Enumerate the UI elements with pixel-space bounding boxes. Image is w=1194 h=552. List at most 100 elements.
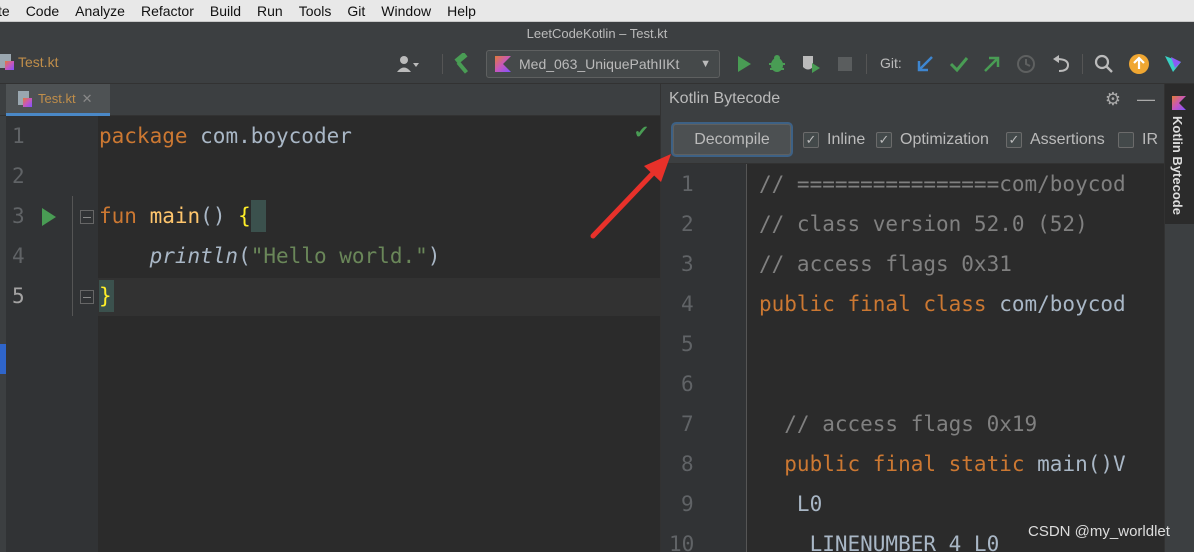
line-number: 8 — [681, 452, 694, 476]
code-line-1: package com.boycoder — [99, 124, 352, 148]
git-label: Git: — [880, 55, 902, 71]
window-title-bar: LeetCodeKotlin – Test.kt — [0, 22, 1194, 44]
line-number: 9 — [681, 492, 694, 516]
bytecode-line: public final class com/boycod — [759, 292, 1126, 316]
keyword: public final static — [759, 452, 1025, 476]
checkbox-check-icon: ✓ — [876, 132, 892, 148]
line-number: 5 — [12, 284, 25, 308]
bytecode-line: // class version 52.0 (52) — [759, 212, 1088, 236]
bytecode-line: // access flags 0x31 — [759, 252, 1012, 276]
class-name: com/boycod — [986, 292, 1126, 316]
menu-file[interactable]: te — [0, 3, 18, 19]
line-number: 1 — [681, 172, 694, 196]
run-configuration-select[interactable]: Med_063_UniquePathIIKt ▼ — [486, 50, 720, 78]
open-brace: { — [238, 204, 251, 228]
git-push-arrow-icon[interactable] — [980, 52, 1004, 76]
menu-analyze[interactable]: Analyze — [67, 3, 133, 19]
git-update-arrow-icon[interactable] — [913, 52, 937, 76]
checkbox-label: Assertions — [1030, 131, 1105, 148]
paren-close: ) — [427, 244, 441, 268]
brace-match-highlight — [251, 200, 266, 232]
close-icon[interactable]: ✕ — [82, 91, 93, 107]
line-number: 2 — [681, 212, 694, 236]
optimization-checkbox[interactable]: ✓ Optimization — [876, 131, 989, 149]
gutter-divider — [72, 196, 73, 316]
breadcrumb-file-label: Test.kt — [18, 54, 59, 70]
kotlin-file-icon — [18, 90, 32, 107]
kotlin-file-icon — [0, 54, 14, 70]
main-toolbar: Test.kt Med_063_UniquePathIIKt ▼ Git: — [0, 44, 1194, 84]
bytecode-line: // access flags 0x19 — [759, 412, 1038, 436]
search-icon[interactable] — [1092, 52, 1116, 76]
ir-checkbox[interactable]: IR — [1118, 131, 1158, 149]
run-with-coverage-icon[interactable] — [799, 52, 823, 76]
line-number: 2 — [12, 164, 25, 188]
checkbox-unchecked — [1118, 132, 1134, 148]
checkbox-label: Inline — [827, 131, 866, 148]
bytecode-viewer[interactable]: 1 2 3 4 5 6 7 8 9 10 // ================… — [661, 164, 1165, 552]
menu-build[interactable]: Build — [202, 3, 249, 19]
bytecode-line: LINENUMBER 4 L0 — [759, 532, 1000, 552]
stop-icon[interactable] — [833, 52, 857, 76]
tab-label: Test.kt — [38, 91, 76, 106]
gear-icon[interactable]: ⚙ — [1105, 89, 1121, 110]
kotlin-bytecode-tool-window: Kotlin Bytecode ⚙ — Decompile ✓ Inline ✓… — [660, 84, 1165, 552]
bytecode-gutter: 1 2 3 4 5 6 7 8 9 10 — [661, 164, 747, 552]
string-literal: "Hello world." — [250, 244, 428, 268]
bytecode-options-bar: Decompile ✓ Inline ✓ Optimization ✓ Asse… — [661, 114, 1165, 164]
package-name: com.boycoder — [187, 124, 352, 148]
paren-open: ( — [238, 244, 251, 268]
tool-window-header: Kotlin Bytecode ⚙ — — [661, 84, 1165, 114]
line-number: 4 — [12, 244, 25, 268]
menu-code[interactable]: Code — [18, 3, 67, 19]
tab-test-kt[interactable]: Test.kt ✕ — [6, 84, 110, 116]
line-number: 3 — [681, 252, 694, 276]
current-line-highlight — [98, 278, 660, 316]
keyword: public final class — [759, 292, 987, 316]
menu-tools[interactable]: Tools — [291, 3, 340, 19]
line-number: 5 — [681, 332, 694, 356]
method-name: main()V — [1024, 452, 1126, 476]
stripe-tab-label: Kotlin Bytecode — [1170, 116, 1185, 215]
menu-window[interactable]: Window — [373, 3, 439, 19]
keyword: fun — [99, 204, 137, 228]
decompile-button[interactable]: Decompile — [673, 124, 791, 155]
navigation-breadcrumb[interactable]: Test.kt — [0, 54, 58, 70]
bytecode-line: public final static main()V — [759, 452, 1126, 476]
ide-update-icon[interactable] — [1127, 52, 1151, 76]
menu-refactor[interactable]: Refactor — [133, 3, 202, 19]
rollback-undo-icon[interactable] — [1049, 52, 1073, 76]
fold-marker-icon[interactable] — [80, 290, 94, 304]
function-name: main — [149, 204, 201, 228]
run-icon[interactable] — [732, 52, 756, 76]
line-number: 6 — [681, 372, 694, 396]
menu-help[interactable]: Help — [439, 3, 484, 19]
fold-marker-icon[interactable] — [80, 210, 94, 224]
assertions-checkbox[interactable]: ✓ Assertions — [1006, 131, 1105, 149]
menu-run[interactable]: Run — [249, 3, 291, 19]
menu-git[interactable]: Git — [339, 3, 373, 19]
toolbar-separator — [442, 54, 443, 74]
jetbrains-logo-icon[interactable] — [1161, 52, 1185, 76]
kotlin-logo-icon — [495, 56, 511, 72]
run-gutter-icon[interactable] — [42, 208, 56, 226]
minimize-icon[interactable]: — — [1137, 89, 1155, 110]
history-clock-icon[interactable] — [1014, 52, 1038, 76]
checkbox-label: Optimization — [900, 131, 989, 148]
chevron-down-icon: ▼ — [700, 58, 711, 70]
inline-checkbox[interactable]: ✓ Inline — [803, 131, 865, 149]
kotlin-bytecode-stripe-tab[interactable]: Kotlin Bytecode — [1165, 84, 1194, 224]
line-number: 10 — [669, 532, 695, 552]
keyword: package — [99, 124, 188, 148]
user-account-icon[interactable] — [396, 52, 420, 76]
git-commit-check-icon[interactable] — [947, 52, 971, 76]
code-editor[interactable]: 1 2 3 4 5 package com.boycoder fun main(… — [6, 116, 660, 552]
kotlin-logo-icon — [1172, 96, 1186, 110]
line-number: 4 — [681, 292, 694, 316]
build-hammer-icon[interactable] — [450, 52, 474, 76]
bytecode-line: // ================com/boycod — [759, 172, 1126, 196]
bytecode-line: L0 — [759, 492, 823, 516]
inspection-ok-check-icon[interactable]: ✔ — [634, 122, 649, 143]
debug-bug-icon[interactable] — [765, 52, 789, 76]
